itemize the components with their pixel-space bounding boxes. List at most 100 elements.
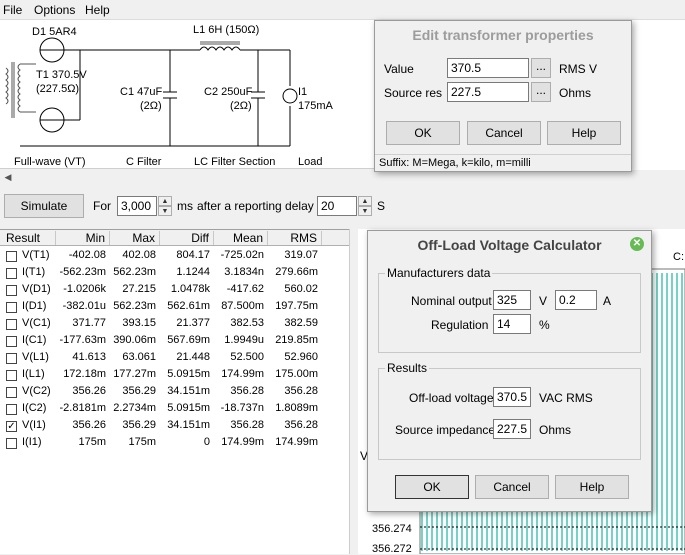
table-row[interactable]: I(I1) 175m 175m 0 174.99m 174.99m <box>0 435 349 452</box>
col-rms[interactable]: RMS <box>268 231 322 245</box>
delay-up-icon[interactable]: ▲ <box>358 196 372 206</box>
caption-cfilter: C Filter <box>126 156 162 168</box>
result-checkbox[interactable]: ✓ <box>6 421 17 432</box>
col-max[interactable]: Max <box>110 231 160 245</box>
delay-down-icon[interactable]: ▼ <box>358 206 372 216</box>
table-row[interactable]: I(T1) -562.23m 562.23m 1.1244 3.1834n 279.66m <box>0 265 349 282</box>
result-mean: 356.28 <box>230 419 264 431</box>
simulate-button[interactable]: Simulate <box>4 194 84 218</box>
transformer-cancel-button[interactable]: Cancel <box>467 121 541 145</box>
table-row[interactable]: I(D1) -382.01u 562.23m 562.61m 87.500m 197.75… <box>0 299 349 316</box>
table-row[interactable]: I(C1) -177.63m 390.06m 567.69m 1.9949u 219.85… <box>0 333 349 350</box>
result-diff: 1.1244 <box>176 266 210 278</box>
result-min: -382.01u <box>62 300 106 312</box>
c2-res-label: (2Ω) <box>230 100 252 112</box>
result-checkbox[interactable] <box>6 251 17 262</box>
duration-up-icon[interactable]: ▲ <box>158 196 172 206</box>
duration-down-icon[interactable]: ▼ <box>158 206 172 216</box>
source-browse-button[interactable]: ... <box>531 82 551 102</box>
result-checkbox[interactable] <box>6 336 17 347</box>
result-name: I(I1) <box>22 436 42 448</box>
calculator-help-button[interactable]: Help <box>555 475 629 499</box>
result-checkbox[interactable] <box>6 387 17 398</box>
scroll-left-icon[interactable]: ◀ <box>2 171 14 183</box>
source-res-input[interactable]: 227.5 <box>447 82 529 102</box>
value-input[interactable]: 370.5 <box>447 58 529 78</box>
table-row[interactable]: V(L1) 41.613 63.061 21.448 52.500 52.960 <box>0 350 349 367</box>
transformer-value-label: T1 370.5V <box>36 69 87 81</box>
menu-options[interactable]: Options <box>34 3 75 17</box>
col-diff[interactable]: Diff <box>160 231 214 245</box>
v-unit: V <box>539 294 548 308</box>
result-mean: -417.62 <box>226 283 264 295</box>
transformer-ok-button[interactable]: OK <box>386 121 460 145</box>
result-diff: 804.17 <box>176 249 210 261</box>
result-checkbox[interactable] <box>6 438 17 449</box>
table-row[interactable]: V(T1) -402.08 402.08 804.17 -725.02n 319.07 <box>0 248 349 265</box>
offload-unit: VAC RMS <box>539 391 593 405</box>
result-mean: 3.1834n <box>224 266 264 278</box>
offload-label: Off-load voltage <box>409 391 494 405</box>
table-vscroll[interactable] <box>349 229 358 554</box>
table-row[interactable]: V(D1) -1.0206k 27.215 1.0478k -417.62 560.02 <box>0 282 349 299</box>
diode-label: D1 5AR4 <box>32 26 77 38</box>
result-checkbox[interactable] <box>6 404 17 415</box>
results-group-label: Results <box>385 361 430 375</box>
result-checkbox[interactable] <box>6 353 17 364</box>
impedance-label: Source impedance <box>395 423 496 437</box>
result-checkbox[interactable] <box>6 268 17 279</box>
regulation-input[interactable]: 14 <box>493 314 531 334</box>
result-mean: 87.500m <box>221 300 264 312</box>
result-rms: 356.28 <box>284 419 318 431</box>
simulation-toolbar: Simulate For 3,000 ▲ ▼ ms after a report… <box>0 184 685 228</box>
result-max: 402.08 <box>122 249 156 261</box>
result-min: -2.8181m <box>59 402 106 414</box>
transformer-res-label: (227.5Ω) <box>36 83 80 95</box>
circuit-diagram <box>5 37 298 147</box>
nominal-input[interactable]: 325 <box>493 290 531 310</box>
table-row[interactable]: I(L1) 172.18m 177.27m 5.0915m 174.99m 175.00m <box>0 367 349 384</box>
result-min: -1.0206k <box>63 283 106 295</box>
duration-input[interactable]: 3,000 <box>117 196 157 216</box>
result-mean: 174.99m <box>221 368 264 380</box>
table-row[interactable]: V(C1) 371.77 393.15 21.377 382.53 382.59 <box>0 316 349 333</box>
col-mean[interactable]: Mean <box>214 231 268 245</box>
value-browse-button[interactable]: ... <box>531 58 551 78</box>
result-rms: 279.66m <box>275 266 318 278</box>
calculator-dialog-title[interactable]: Off-Load Voltage Calculator <box>368 231 651 259</box>
s-label: S <box>377 199 386 213</box>
calculator-ok-button[interactable]: OK <box>395 475 469 499</box>
menu-file[interactable]: File <box>3 3 22 17</box>
result-name: V(T1) <box>22 249 50 261</box>
result-checkbox[interactable] <box>6 370 17 381</box>
col-result[interactable]: Result <box>6 231 56 245</box>
result-min: 172.18m <box>63 368 106 380</box>
table-row[interactable]: I(C2) -2.8181m 2.2734m 5.0915m -18.737n 1.808… <box>0 401 349 418</box>
result-rms: 174.99m <box>275 436 318 448</box>
result-name: V(C1) <box>22 317 51 329</box>
transformer-dialog-title[interactable]: Edit transformer properties <box>375 21 631 49</box>
result-mean: 174.99m <box>221 436 264 448</box>
results-table: Result Min Max Diff Mean RMS V(T1) -402.0… <box>0 229 349 554</box>
schematic-hscroll[interactable]: ◀ <box>0 168 378 184</box>
table-row[interactable]: V(C2) 356.26 356.29 34.151m 356.28 356.28 <box>0 384 349 401</box>
result-checkbox[interactable] <box>6 302 17 313</box>
table-row[interactable]: ✓ V(I1) 356.26 356.29 34.151m 356.28 356.28 <box>0 418 349 435</box>
result-name: I(T1) <box>22 266 46 278</box>
result-diff: 5.0915m <box>167 368 210 380</box>
inductor-label: L1 6H (150Ω) <box>193 24 260 36</box>
col-min[interactable]: Min <box>56 231 110 245</box>
result-checkbox[interactable] <box>6 319 17 330</box>
delay-input[interactable]: 20 <box>317 196 357 216</box>
result-checkbox[interactable] <box>6 285 17 296</box>
result-mean: -725.02n <box>220 249 264 261</box>
close-icon[interactable]: ✕ <box>630 237 644 251</box>
calculator-cancel-button[interactable]: Cancel <box>475 475 549 499</box>
schematic-canvas[interactable]: D1 5AR4 T1 370.5V (227.5Ω) L1 6H (150Ω) … <box>0 20 378 170</box>
current-input[interactable]: 0.2 <box>555 290 597 310</box>
transformer-help-button[interactable]: Help <box>547 121 621 145</box>
menu-help[interactable]: Help <box>85 3 110 17</box>
delay-label: after a reporting delay of <box>197 199 328 213</box>
load-label: I1 <box>298 86 308 98</box>
c2-label: C2 250uF <box>204 86 253 98</box>
